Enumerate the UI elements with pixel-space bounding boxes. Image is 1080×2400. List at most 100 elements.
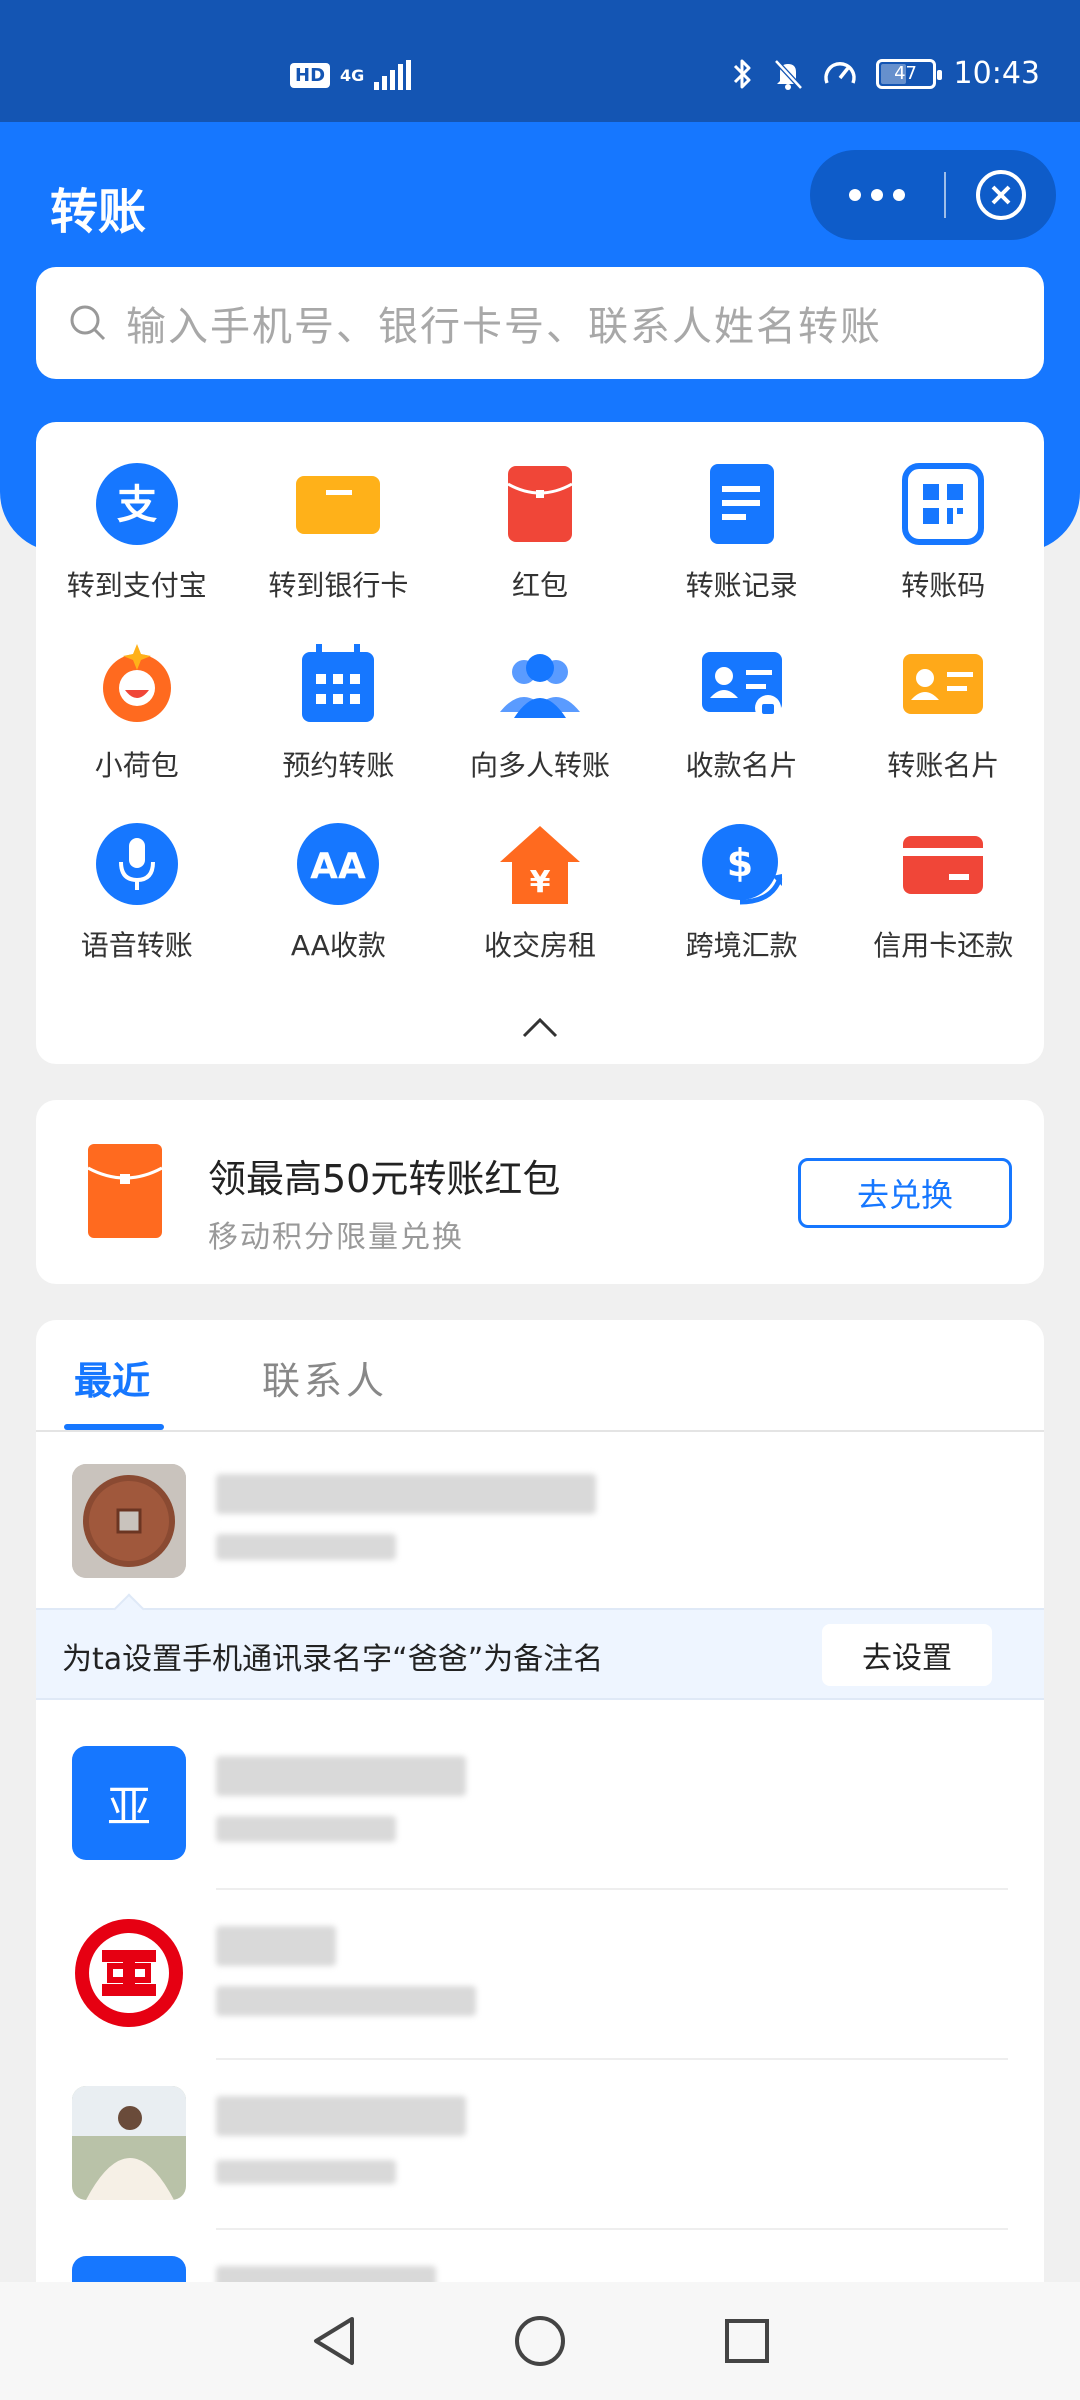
promo-title: 领最高50元转账红包 [208,1157,561,1201]
contact-account-redacted [216,1816,396,1842]
set-remark-button[interactable]: 去设置 [822,1624,992,1686]
cell-label: 小荷包 [94,749,179,782]
cross-border-icon: $ [698,822,786,906]
aa-collection[interactable]: AA AA收款 [238,822,440,962]
close-circle-icon [976,170,1026,220]
bank-card-icon [294,462,382,546]
cell-label: 转账记录 [685,569,798,602]
cell-label: 语音转账 [80,929,193,962]
cell-label: 转到支付宝 [66,569,207,602]
home-circle-icon [514,2316,565,2366]
contact-account-redacted [216,2160,396,2184]
recents-button[interactable] [712,2306,782,2376]
qr-code-icon [899,462,987,546]
search-placeholder: 输入手机号、银行卡号、联系人姓名转账 [126,304,882,350]
back-triangle-icon [314,2317,355,2365]
cell-label: 向多人转账 [469,749,610,782]
tab-contacts[interactable]: 联系人 [262,1350,388,1405]
contact-account-redacted [216,1986,476,2016]
credit-card-icon [899,822,987,906]
functions-card: 支 转到支付宝 转到银行卡 红包 转账记录 转账码 小荷包 预约转账 向多人转账… [36,422,1044,1064]
transfer-to-alipay[interactable]: 支 转到支付宝 [36,462,238,602]
cell-label: AA收款 [290,929,386,962]
house-rent-icon: ¥ [496,822,584,906]
mute-bell-icon [773,58,803,90]
cell-label: 信用卡还款 [873,929,1014,962]
red-envelope-icon [496,462,584,546]
speed-meter-icon [823,61,856,84]
cell-label: 转到银行卡 [268,569,409,602]
battery-icon: 47 [875,58,942,89]
transfer-card-icon [899,642,987,726]
tab-recent[interactable]: 最近 [74,1350,150,1405]
network-indicator: HD 4G [290,60,412,90]
search-input[interactable]: 输入手机号、银行卡号、联系人姓名转账 [36,267,1044,379]
recents-square-icon [724,2319,769,2363]
svg-text:AA: AA [311,846,367,887]
promo-subtitle: 移动积分限量兑换 [208,1220,464,1255]
list-item[interactable] [36,1890,1044,2060]
voice-transfer[interactable]: 语音转账 [36,822,238,962]
transfer-to-multiple[interactable]: 向多人转账 [439,642,641,782]
promo-card: 领最高50元转账红包 移动积分限量兑换 去兑换 [36,1100,1044,1284]
svg-text:支: 支 [117,482,157,528]
network-type: 4G [340,65,365,85]
signal-icon [374,60,412,90]
receive-card-icon [698,642,786,726]
search-icon [70,305,106,341]
svg-text:¥: ¥ [530,865,551,900]
recent-list-card: 最近 联系人 为ta设置手机通讯录名字“爸爸”为备注名 去设置 亚 [36,1320,1044,2400]
page-title: 转账 [50,184,147,240]
system-nav-bar [0,2282,1080,2400]
contact-name-redacted [216,1926,336,1966]
back-button[interactable] [298,2306,368,2376]
more-dots-icon [849,189,861,201]
alipay-icon: 支 [93,462,181,546]
cell-label: 收交房租 [483,929,596,962]
house-rent[interactable]: ¥ 收交房租 [439,822,641,962]
close-button[interactable] [946,150,1056,240]
contact-name-redacted [216,1756,466,1796]
contact-name-redacted [216,2096,466,2136]
list-item[interactable] [36,1434,1044,1604]
tab-underline [64,1424,164,1430]
red-envelope-icon [88,1144,162,1238]
cell-label: 跨境汇款 [685,929,798,962]
receive-card[interactable]: 收款名片 [641,642,843,782]
cell-label: 预约转账 [282,749,395,782]
bank-logo-avatar [72,1916,186,2030]
cell-label: 转账名片 [887,749,1000,782]
redeem-button[interactable]: 去兑换 [798,1158,1012,1228]
transfer-card[interactable]: 转账名片 [842,642,1044,782]
home-button[interactable] [505,2306,575,2376]
contact-account-redacted [216,1534,396,1560]
scheduled-transfer[interactable]: 预约转账 [238,642,440,782]
transfer-qr-code[interactable]: 转账码 [842,462,1044,602]
transfer-records[interactable]: 转账记录 [641,462,843,602]
cell-label: 收款名片 [685,749,798,782]
cross-border-remittance[interactable]: $ 跨境汇款 [641,822,843,962]
red-envelope[interactable]: 红包 [439,462,641,602]
small-purse[interactable]: 小荷包 [36,642,238,782]
aa-icon: AA [294,822,382,906]
svg-text:$: $ [726,841,752,885]
clock: 10:43 [953,56,1040,91]
text-avatar: 亚 [72,1746,186,1860]
photo-avatar [72,2086,186,2200]
group-icon [496,642,584,726]
list-item[interactable] [36,2060,1044,2230]
contact-name-redacted [216,1474,596,1514]
more-button[interactable] [810,150,944,240]
battery-level: 47 [894,63,917,84]
credit-card-repayment[interactable]: 信用卡还款 [842,822,1044,962]
mini-app-capsule [810,150,1056,240]
coin-avatar [72,1464,186,1578]
hd-badge: HD [290,62,331,88]
remark-tip: 为ta设置手机通讯录名字“爸爸”为备注名 去设置 [36,1593,1044,1700]
list-item[interactable]: 亚 [36,1720,1044,1890]
bluetooth-icon [733,59,751,88]
remark-text: 为ta设置手机通讯录名字“爸爸”为备注名 [62,1642,604,1677]
collapse-chevron-up-icon[interactable] [520,1012,560,1042]
transfer-to-bank-card[interactable]: 转到银行卡 [238,462,440,602]
microphone-icon [93,822,181,906]
